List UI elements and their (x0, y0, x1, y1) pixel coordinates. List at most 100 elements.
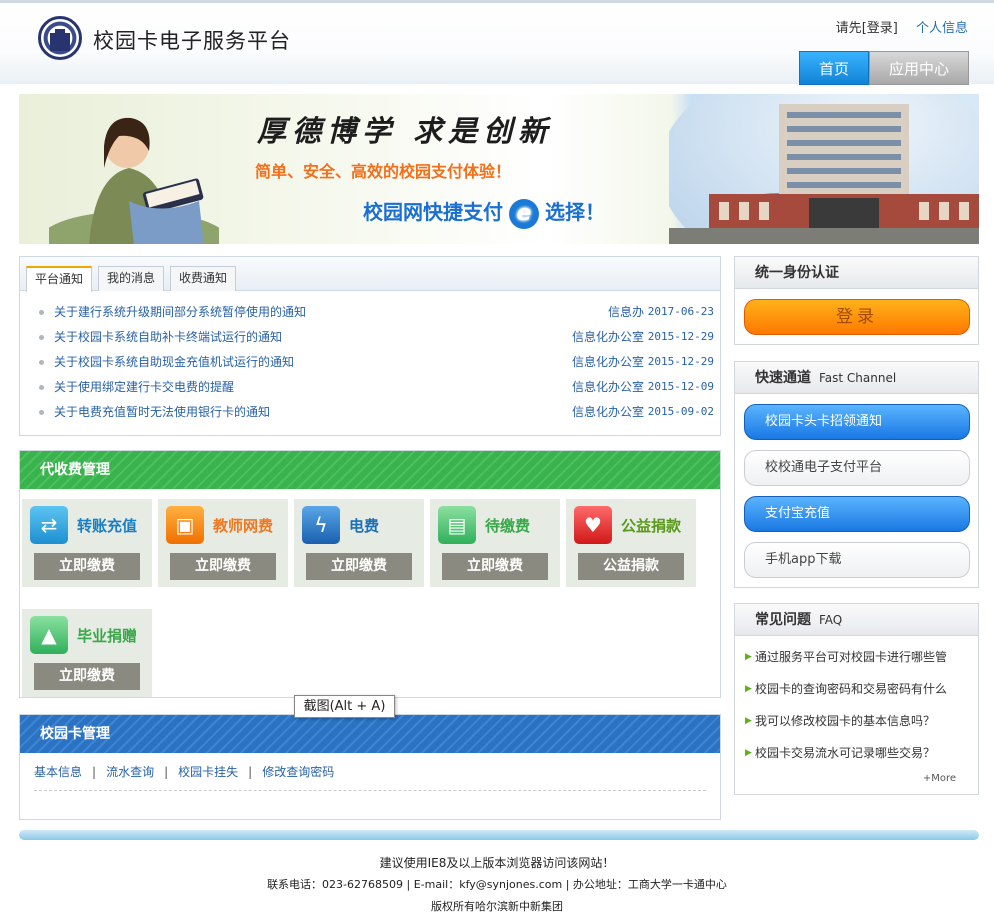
bullet-icon (39, 385, 44, 390)
profile-link[interactable]: 个人信息 (916, 21, 968, 36)
pay-now-button[interactable]: 立即缴费 (170, 553, 276, 580)
fast-link-alipay[interactable]: 支付宝充值 (744, 496, 970, 532)
service-name: 教师网费 (213, 517, 274, 535)
tab-home[interactable]: 首页 (799, 51, 869, 85)
browser-recommendation: 建议使用IE8及以上版本浏览器访问该网站！ (379, 856, 615, 870)
faq-question[interactable]: 通过服务平台可对校园卡进行哪些管 (755, 650, 947, 664)
pay-now-button[interactable]: 立即缴费 (306, 553, 412, 580)
faq-title: 常见问题 (755, 612, 811, 628)
banner-pay-text: 校园网快捷支付 e 选择！ (363, 196, 605, 229)
arrow-icon: ▶ (745, 748, 752, 758)
screenshot-tooltip: 截图(Alt + A) (294, 695, 395, 718)
fee-services-panel: 代收费管理 ⇄ 转账充值 立即缴费 ▣ 教师网费 立即缴费 ϟ 电费 立即缴费 … (19, 450, 721, 698)
more-link[interactable]: +More (923, 773, 956, 784)
notice-date: 2015-09-02 (647, 405, 714, 418)
section-title: 代收费管理 (20, 451, 720, 489)
graduation-cap-icon: ▲ (30, 616, 68, 654)
notice-title[interactable]: 关于使用绑定建行卡交电费的提醒 (54, 378, 234, 396)
list-item[interactable]: ▶ 校园卡交易流水可记录哪些交易？ (735, 742, 978, 774)
notice-date: 2017-06-23 (647, 305, 714, 318)
faq-question[interactable]: 我可以修改校园卡的基本信息吗？ (755, 714, 935, 728)
notice-title[interactable]: 关于校园卡系统自助现金充值机试运行的通知 (54, 353, 294, 371)
notice-dept: 信息化办公室 (571, 405, 644, 419)
auth-panel: 统一身份认证 登录 (734, 256, 979, 345)
list-item[interactable]: ▶ 校园卡的查询密码和交易密码有什么 (735, 678, 978, 710)
notice-title[interactable]: 关于电费充值暂时无法使用银行卡的通知 (54, 403, 270, 421)
transfer-icon: ⇄ (30, 506, 68, 544)
divider: | (164, 765, 169, 779)
pay-now-button[interactable]: 立即缴费 (34, 553, 140, 580)
reading-student-image (49, 117, 219, 244)
fast-channel-panel: 快速通道 Fast Channel 校园卡头卡招领通知 校校通电子支付平台 支付宝… (734, 361, 979, 588)
tab-my-messages[interactable]: 我的消息 (98, 266, 165, 291)
university-logo-icon (38, 16, 82, 60)
login-button[interactable]: 登录 (744, 299, 970, 335)
card-links: 基本信息 | 流水查询 | 校园卡挂失 | 修改查询密码 (20, 753, 720, 780)
heart-icon: ♥ (574, 506, 612, 544)
ie-browser-icon: e (509, 198, 539, 229)
fast-subtitle: Fast Channel (819, 371, 897, 385)
section-title: 校园卡管理 (20, 715, 720, 753)
faq-question[interactable]: 校园卡交易流水可记录哪些交易？ (755, 746, 935, 760)
login-link[interactable]: [登录] (862, 21, 898, 36)
list-item[interactable]: ▶ 通过服务平台可对校园卡进行哪些管 (735, 646, 978, 678)
notice-dept: 信息化办公室 (571, 355, 644, 369)
arrow-icon: ▶ (745, 684, 752, 694)
notice-title[interactable]: 关于建行系统升级期间部分系统暂停使用的通知 (54, 303, 306, 321)
arrow-icon: ▶ (745, 716, 752, 726)
list-item: 关于使用绑定建行卡交电费的提醒 信息化办公室 2015-12-09 (20, 378, 720, 403)
bullet-icon (39, 335, 44, 340)
login-prefix: 请先 (835, 21, 862, 36)
bullet-icon (39, 360, 44, 365)
divider: | (92, 765, 97, 779)
notice-date: 2015-12-09 (647, 380, 714, 393)
banner-slogan: 厚德博学 求是创新 (257, 114, 554, 148)
copyright: 版权所有哈尔滨新中新集团 (431, 900, 563, 913)
banner-pay-label: 校园网快捷支付 (363, 200, 503, 224)
contact-info: 联系电话：023-62768509 | E-mail：kfy@synjones.… (267, 878, 727, 891)
tab-platform-notices[interactable]: 平台通知 (26, 266, 93, 292)
list-item: 关于建行系统升级期间部分系统暂停使用的通知 信息办 2017-06-23 (20, 303, 720, 328)
fast-title: 快速通道 (755, 370, 811, 386)
notice-dept: 信息办 (607, 305, 644, 319)
pay-now-button[interactable]: 立即缴费 (442, 553, 548, 580)
service-card-transfer: ⇄ 转账充值 立即缴费 (22, 499, 152, 587)
faq-question[interactable]: 校园卡的查询密码和交易密码有什么 (755, 682, 947, 696)
divider: | (248, 765, 253, 779)
link-basic-info[interactable]: 基本信息 (34, 765, 82, 779)
service-card-electricity: ϟ 电费 立即缴费 (294, 499, 424, 587)
page-footer: 建议使用IE8及以上版本浏览器访问该网站！ 联系电话：023-62768509 … (0, 852, 994, 918)
arrow-icon: ▶ (745, 652, 752, 662)
service-card-donation: ♥ 公益捐款 公益捐款 (566, 499, 696, 587)
tab-app-center[interactable]: 应用中心 (869, 51, 969, 85)
donate-button[interactable]: 公益捐款 (578, 553, 684, 580)
notice-date: 2015-12-29 (647, 355, 714, 368)
footer-divider (19, 830, 979, 840)
list-item[interactable]: ▶ 我可以修改校园卡的基本信息吗？ (735, 710, 978, 742)
link-report-loss[interactable]: 校园卡挂失 (178, 765, 238, 779)
panel-title: 常见问题 FAQ (735, 604, 978, 636)
fast-link-lost-card[interactable]: 校园卡头卡招领通知 (744, 404, 970, 440)
fast-link-epay-platform[interactable]: 校校通电子支付平台 (744, 450, 970, 486)
notice-tabs: 平台通知 我的消息 收费通知 (20, 257, 720, 292)
computer-icon: ▣ (166, 506, 204, 544)
bullet-icon (39, 410, 44, 415)
card-management-panel: 校园卡管理 基本信息 | 流水查询 | 校园卡挂失 | 修改查询密码 (19, 714, 721, 820)
tab-fee-notices[interactable]: 收费通知 (170, 266, 237, 291)
notice-date: 2015-12-29 (647, 330, 714, 343)
service-card-pending: ▤ 待缴费 立即缴费 (430, 499, 560, 587)
faq-panel: 常见问题 FAQ ▶ 通过服务平台可对校园卡进行哪些管 ▶ 校园卡的查询密码和交易密码… (734, 603, 979, 795)
campus-building-image (669, 94, 979, 244)
panel-title: 统一身份认证 (735, 257, 978, 289)
link-change-password[interactable]: 修改查询密码 (262, 765, 334, 779)
pay-now-button[interactable]: 立即缴费 (34, 663, 140, 690)
fast-link-app-download[interactable]: 手机app下载 (744, 542, 970, 578)
service-name: 毕业捐赠 (77, 627, 138, 645)
user-links: 请先[登录] 个人信息 (836, 17, 968, 36)
list-item: 关于电费充值暂时无法使用银行卡的通知 信息化办公室 2015-09-02 (20, 403, 720, 428)
notice-title[interactable]: 关于校园卡系统自助补卡终端试运行的通知 (54, 328, 282, 346)
link-transaction-query[interactable]: 流水查询 (106, 765, 154, 779)
notice-dept: 信息化办公室 (571, 380, 644, 394)
notice-dept: 信息化办公室 (571, 330, 644, 344)
hero-banner: 厚德博学 求是创新 简单、安全、高效的校园支付体验！ 校园网快捷支付 e 选择！ (19, 94, 979, 244)
